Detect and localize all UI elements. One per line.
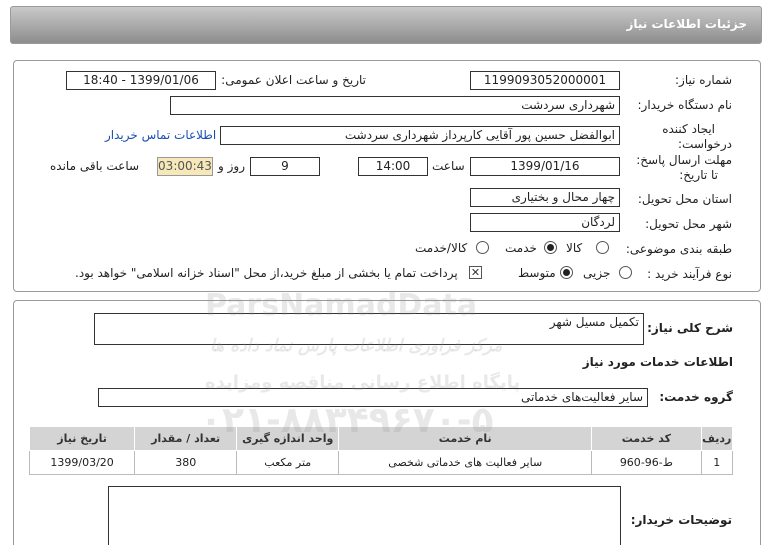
- city-label: شهر محل تحویل:: [645, 217, 732, 231]
- creator-field: ابوالفضل حسین پور آقایی کارپرداز شهرداری…: [220, 126, 620, 145]
- remaining-label: ساعت باقی مانده: [50, 159, 140, 173]
- process-radio-minor[interactable]: [619, 266, 632, 279]
- watermark-line1: مرکز فراوری اطلاعات پارس نماد داده ها: [210, 336, 503, 356]
- category-radio-service[interactable]: [544, 241, 557, 254]
- page-header: جزئیات اطلاعات نیاز: [10, 6, 762, 44]
- creator-label: ایجاد کننده: [662, 122, 715, 136]
- col-service-code: کد خدمت: [591, 426, 702, 451]
- category-option-goods-service: کالا/خدمت: [415, 241, 468, 255]
- deadline-date-field: 1399/01/16: [470, 157, 620, 176]
- category-option-service: خدمت: [505, 241, 537, 255]
- buyer-notes-field: [108, 486, 621, 545]
- category-option-goods: کالا: [566, 241, 583, 255]
- buyer-notes-label: توضیحات خریدار:: [630, 513, 732, 527]
- process-option-medium: متوسط: [518, 266, 556, 280]
- creator-label-2: درخواست:: [678, 137, 732, 151]
- deadline-time-field: 14:00: [358, 157, 428, 176]
- process-label: نوع فرآیند خرید :: [647, 267, 732, 281]
- need-info-panel: [13, 60, 761, 292]
- days-field: 9: [250, 157, 320, 176]
- page-title: جزئیات اطلاعات نیاز: [626, 17, 747, 31]
- cell-quantity: 380: [134, 450, 238, 475]
- province-label: استان محل تحویل:: [637, 192, 732, 206]
- buyer-org-label: نام دستگاه خریدار:: [637, 98, 733, 112]
- category-radio-goods-service[interactable]: [476, 241, 489, 254]
- watermark-brand: ParsNamadData: [205, 288, 478, 323]
- cell-need-date: 1399/03/20: [28, 450, 136, 475]
- description-label: شرح کلی نیاز:: [647, 321, 733, 335]
- category-radio-goods[interactable]: [596, 241, 609, 254]
- watermark-line2: پایگاه اطلاع رسانی مناقصه ومزایده: [205, 372, 521, 393]
- process-option-minor: جزیی: [583, 266, 611, 280]
- time-label: ساعت: [432, 159, 465, 173]
- table-row: 1 ط-96-960 سایر فعالیت های خدماتی شخصی م…: [28, 450, 734, 475]
- announce-label: تاریخ و ساعت اعلان عمومی:: [221, 73, 366, 87]
- announce-field: 1399/01/06 - 18:40: [66, 71, 216, 90]
- deadline-label: مهلت ارسال پاسخ:: [636, 153, 732, 167]
- service-group-label: گروه خدمت:: [659, 390, 733, 404]
- deadline-label-2: تا تاریخ:: [679, 168, 718, 182]
- province-field: چهار محال و بختیاری: [470, 188, 620, 207]
- payment-note: پرداخت تمام یا بخشی از مبلغ خرید،از محل …: [75, 266, 458, 280]
- buyer-contact-link[interactable]: اطلاعات تماس خریدار: [105, 128, 216, 142]
- city-field: لردگان: [470, 213, 620, 232]
- services-heading: اطلاعات خدمات مورد نیاز: [582, 355, 733, 369]
- col-need-date: تاریخ نیاز: [28, 426, 136, 451]
- watermark-phone: ۰۲۱-۸۸۳۴۹۶۷۰-۵: [200, 400, 494, 441]
- col-row: ردیف: [700, 426, 734, 451]
- cell-service-code: ط-96-960: [591, 450, 702, 475]
- need-number-field: 1199093052000001: [470, 71, 620, 90]
- process-radio-medium[interactable]: [560, 266, 573, 279]
- cell-row: 1: [700, 450, 734, 475]
- buyer-org-field: شهرداری سردشت: [170, 96, 620, 115]
- cell-service-name: سایر فعالیت های خدماتی شخصی: [338, 450, 593, 475]
- need-number-label: شماره نیاز:: [675, 73, 732, 87]
- remaining-time: 03:00:43: [157, 157, 213, 176]
- cell-unit: متر مکعب: [236, 450, 340, 475]
- treasury-payment-checkbox[interactable]: ✕: [469, 266, 482, 279]
- days-label: روز و: [218, 159, 245, 173]
- category-label: طبقه بندی موضوعی:: [625, 242, 732, 256]
